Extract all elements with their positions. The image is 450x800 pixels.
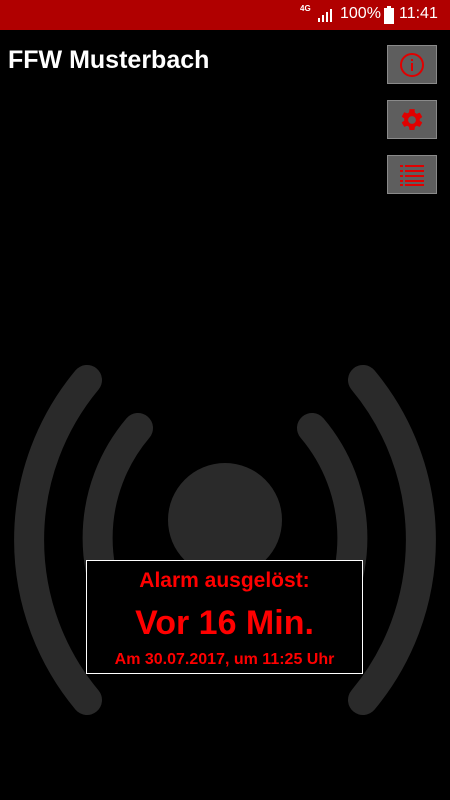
alarm-timestamp: Am 30.07.2017, um 11:25 Uhr — [114, 651, 335, 668]
status-clock: 11:41 — [399, 5, 438, 22]
alarm-heading: Alarm ausgelöst: — [139, 569, 310, 592]
gear-icon — [401, 108, 423, 130]
status-bar: 4G 100% 11:41 — [0, 0, 450, 30]
info-button[interactable] — [387, 45, 437, 84]
list-button[interactable] — [387, 155, 437, 194]
network-indicator: 4G — [300, 4, 311, 13]
alarm-relative-time: Vor 16 Min. — [135, 604, 314, 642]
app-title: FFW Musterbach — [8, 46, 210, 74]
alarm-info-panel: Alarm ausgelöst: Vor 16 Min. Am 30.07.20… — [86, 560, 363, 674]
info-icon — [400, 52, 424, 77]
battery-icon — [384, 6, 394, 24]
list-icon — [400, 164, 424, 186]
signal-icon — [318, 9, 332, 22]
settings-button[interactable] — [387, 100, 437, 139]
battery-percentage: 100% — [340, 5, 381, 22]
